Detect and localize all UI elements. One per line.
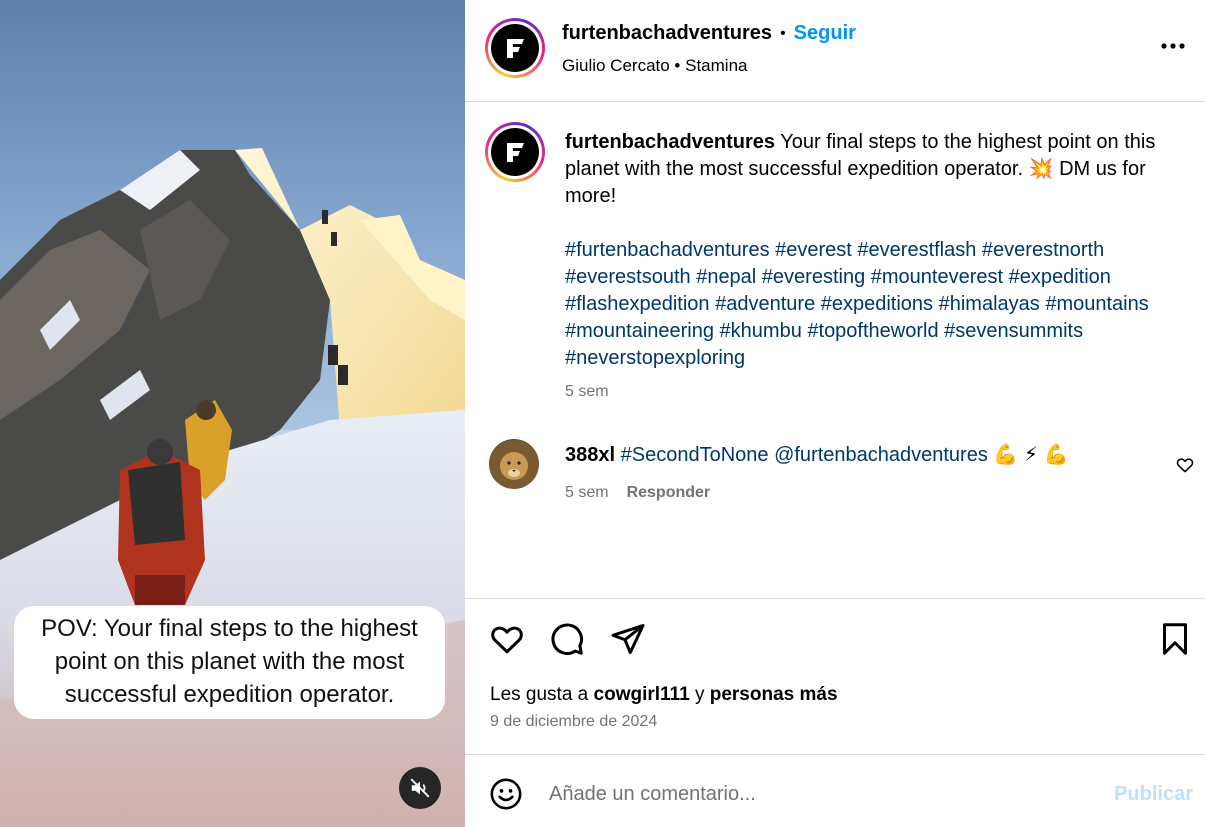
likes-joiner: y <box>694 684 705 705</box>
audio-attribution[interactable]: Giulio Cercato • Stamina <box>562 56 747 76</box>
add-comment-bar: Publicar <box>465 754 1205 827</box>
lion-avatar-image <box>490 440 538 488</box>
comment-bubble-icon[interactable] <box>549 621 585 657</box>
share-send-icon[interactable] <box>610 621 646 657</box>
caption-text: furtenbachadventures Your final steps to… <box>565 129 1175 372</box>
reply-button[interactable]: Responder <box>627 484 711 502</box>
mute-toggle-button[interactable] <box>399 767 441 809</box>
separator-dot: • <box>780 24 786 42</box>
more-options-icon[interactable] <box>1159 36 1187 56</box>
post-date[interactable]: 9 de diciembre de 2024 <box>490 713 657 731</box>
liker-username[interactable]: cowgirl111 <box>594 684 690 705</box>
emoji-picker-icon[interactable] <box>489 777 523 811</box>
likes-prefix: Les gusta a <box>490 684 589 705</box>
comment-like-heart-icon[interactable] <box>1175 455 1195 475</box>
author-avatar[interactable] <box>485 18 545 78</box>
publish-button[interactable]: Publicar <box>1114 783 1193 806</box>
caption-author-avatar[interactable] <box>485 122 545 182</box>
likes-summary: Les gusta a cowgirl111 y personas más <box>490 684 838 706</box>
likes-others-link[interactable]: personas más <box>710 684 838 705</box>
post-actions: Les gusta a cowgirl111 y personas más 9 … <box>465 598 1205 754</box>
caption-username[interactable]: furtenbachadventures <box>565 131 775 153</box>
post-header: furtenbachadventures • Seguir Giulio Cer… <box>465 0 1205 102</box>
comment-timestamp[interactable]: 5 sem <box>565 484 609 502</box>
commenter-avatar[interactable] <box>489 439 539 489</box>
mountain-photo <box>0 0 465 827</box>
post-details-panel: furtenbachadventures • Seguir Giulio Cer… <box>465 0 1205 827</box>
brand-logo-icon <box>507 143 524 162</box>
caption-hashtags[interactable]: #furtenbachadventures #everest #everestf… <box>565 237 1175 372</box>
comment-username[interactable]: 388xl <box>565 444 615 466</box>
save-bookmark-icon[interactable] <box>1157 621 1193 657</box>
author-username[interactable]: furtenbachadventures <box>562 22 772 45</box>
follow-button[interactable]: Seguir <box>794 22 856 45</box>
brand-logo-icon <box>507 39 524 58</box>
like-heart-icon[interactable] <box>489 621 525 657</box>
collision-emoji: 💥 <box>1028 158 1054 180</box>
header-username-row: furtenbachadventures • Seguir <box>562 22 856 45</box>
comment-body: 388xl #SecondToNone @furtenbachadventure… <box>565 442 1165 467</box>
comment-text[interactable]: #SecondToNone @furtenbachadventures <box>621 444 988 466</box>
caption-timestamp[interactable]: 5 sem <box>565 383 609 401</box>
comment-emojis: 💪 ⚡ 💪 <box>993 444 1069 466</box>
comment-input[interactable] <box>549 777 1089 811</box>
comment-meta: 5 sem Responder <box>565 484 710 502</box>
volume-muted-icon <box>410 778 430 798</box>
post-media[interactable]: POV: Your final steps to the highest poi… <box>0 0 465 827</box>
